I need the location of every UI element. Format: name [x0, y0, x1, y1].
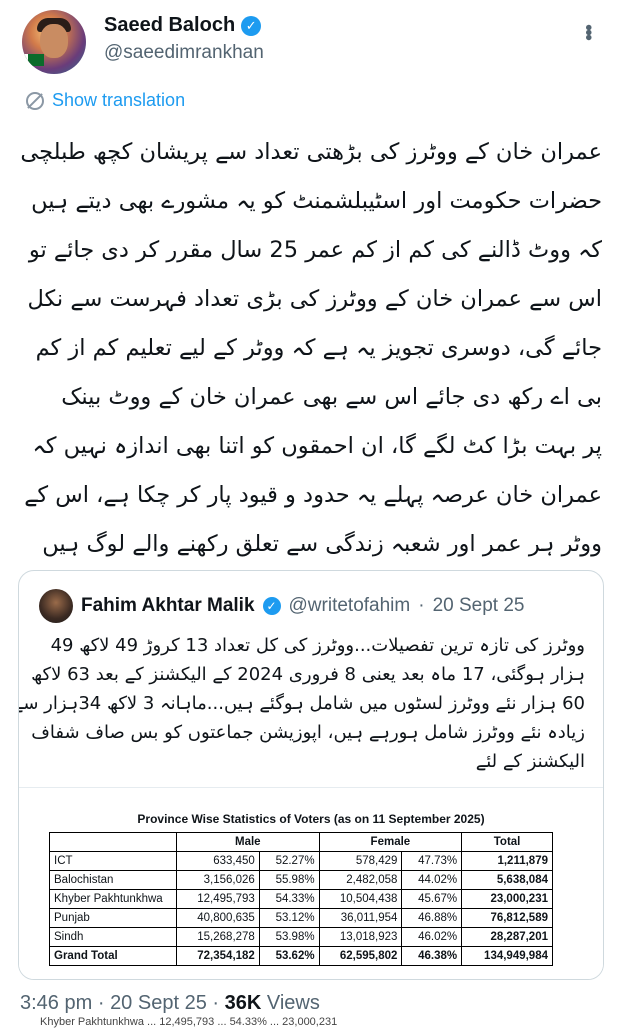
tweet-line: عمران خان کے ووٹرز کی بڑھتی تعداد سے پری…	[20, 139, 602, 165]
female-percent-cell: 46.38%	[401, 946, 463, 966]
separator-dot: ·	[212, 992, 220, 1014]
male-count-cell: 15,268,278	[176, 927, 260, 947]
male-percent-cell: 55.98%	[258, 870, 320, 890]
quoted-line: ووٹرز کی تازہ ترین تفصیلات...ووٹرز کی کل…	[50, 635, 585, 656]
quoted-line: زیادہ نئے ووٹرز شامل ہورہے ہیں، اپوزیشن …	[31, 722, 585, 743]
table-title: Province Wise Statistics of Voters (as o…	[137, 812, 485, 826]
tweet-header: Saeed Baloch ✓ @saeedimrankhan •••	[22, 10, 607, 80]
quoted-author-name: Fahim Akhtar Malik	[81, 595, 255, 616]
author-name[interactable]: Saeed Baloch	[104, 14, 235, 37]
quoted-tweet-image[interactable]: Province Wise Statistics of Voters (as o…	[19, 787, 603, 979]
quoted-line: 60 ہزار نئے ووٹرز لسٹوں میں شامل ہوگئے ہ…	[18, 693, 585, 714]
tweet-line: پر بہت بڑا کٹ لگے گا، ان احمقوں کو اتنا …	[32, 433, 602, 459]
table-row: Punjab 40,800,635 53.12% 36,011,954 46.8…	[49, 908, 553, 928]
male-count-cell: 72,354,182	[176, 946, 260, 966]
province-cell: Sindh	[49, 927, 177, 947]
verified-badge-icon: ✓	[241, 15, 262, 36]
female-count-cell: 578,429	[318, 851, 403, 871]
male-count-cell: 633,450	[176, 851, 260, 871]
table-row: Khyber Pakhtunkhwa 12,495,793 54.33% 10,…	[49, 889, 553, 909]
author-handle[interactable]: @saeedimrankhan	[104, 42, 264, 64]
male-percent-cell: 52.27%	[258, 851, 320, 871]
female-header: Female	[318, 832, 463, 852]
quoted-tweet-header: Fahim Akhtar Malik ✓ @writetofahim · 20 …	[39, 589, 524, 623]
female-count-cell: 62,595,802	[318, 946, 403, 966]
tweet-line: کہ ووٹ ڈالنے کی کم از کم عمر 25 سال مقرر…	[28, 237, 602, 263]
tweet-date[interactable]: 20 Sept 25	[110, 992, 207, 1014]
quoted-line: ہزار ہوگئی، 17 ماہ بعد یعنی 8 فروری 2024…	[31, 664, 585, 685]
cutoff-next-content: Khyber Pakhtunkhwa ... 12,495,793 ... 54…	[40, 1016, 338, 1028]
author-name-row: Saeed Baloch ✓	[104, 14, 262, 37]
total-cell: 1,211,879	[461, 851, 553, 871]
tweet-text: عمران خان کے ووٹرز کی بڑھتی تعداد سے پری…	[20, 128, 602, 569]
female-percent-cell: 47.73%	[401, 851, 463, 871]
province-cell: ICT	[49, 851, 177, 871]
quoted-author-avatar	[39, 589, 73, 623]
quoted-tweet-date: 20 Sept 25	[432, 595, 525, 616]
male-header: Male	[176, 832, 320, 852]
male-percent-cell: 53.62%	[258, 946, 320, 966]
male-percent-cell: 53.12%	[258, 908, 320, 928]
province-header	[49, 832, 177, 852]
views-label: Views	[266, 992, 320, 1014]
more-options-icon[interactable]: •••	[576, 24, 599, 39]
total-cell: 134,949,984	[461, 946, 553, 966]
tweet-line: اس سے عمران خان کے ووٹرز کی بڑی تعداد فہ…	[27, 286, 602, 312]
separator-dot: ·	[97, 992, 105, 1014]
separator-dot: ·	[418, 595, 425, 616]
author-avatar[interactable]	[22, 10, 86, 74]
male-percent-cell: 54.33%	[258, 889, 320, 909]
female-count-cell: 10,504,438	[318, 889, 403, 909]
female-percent-cell: 46.02%	[401, 927, 463, 947]
female-percent-cell: 44.02%	[401, 870, 463, 890]
female-count-cell: 13,018,923	[318, 927, 403, 947]
voters-statistics-table: Male Female Total ICT 633,450 52.27% 578…	[49, 832, 553, 966]
views-count: 36K	[224, 992, 262, 1014]
show-translation-label: Show translation	[52, 90, 186, 110]
translate-globe-icon	[26, 91, 44, 110]
total-cell: 76,812,589	[461, 908, 553, 928]
male-count-cell: 12,495,793	[176, 889, 260, 909]
male-count-cell: 40,800,635	[176, 908, 260, 928]
table-row: ICT 633,450 52.27% 578,429 47.73% 1,211,…	[49, 851, 553, 871]
tweet-line: عمران خان عرصہ پہلے یہ حدود و قیود پار ک…	[24, 482, 602, 508]
tweet-meta: 3:46 pm · 20 Sept 25 · 36K Views	[20, 992, 320, 1015]
tweet-line: جائے گی، دوسری تجویز یہ ہے کہ ووٹر کے لی…	[35, 335, 602, 361]
tweet-time[interactable]: 3:46 pm	[20, 992, 92, 1014]
tweet-line: حضرات حکومت اور اسٹیبلشمنٹ کو یہ مشورے ب…	[31, 188, 602, 214]
quoted-tweet-text: ووٹرز کی تازہ ترین تفصیلات...ووٹرز کی کل…	[18, 631, 585, 776]
quoted-tweet[interactable]: Fahim Akhtar Malik ✓ @writetofahim · 20 …	[18, 570, 604, 980]
female-count-cell: 36,011,954	[318, 908, 403, 928]
province-cell: Grand Total	[49, 946, 177, 966]
male-count-cell: 3,156,026	[176, 870, 260, 890]
total-cell: 5,638,084	[461, 870, 553, 890]
province-cell: Balochistan	[49, 870, 177, 890]
total-header: Total	[461, 832, 553, 852]
table-header-row: Male Female Total	[49, 832, 553, 852]
tweet-line: ووٹر ہر عمر اور شعبہ زندگی سے تعلق رکھنے…	[42, 531, 602, 557]
female-count-cell: 2,482,058	[318, 870, 403, 890]
male-percent-cell: 53.98%	[258, 927, 320, 947]
avatar-face	[40, 24, 68, 58]
table-total-row: Grand Total 72,354,182 53.62% 62,595,802…	[49, 946, 553, 966]
province-cell: Khyber Pakhtunkhwa	[49, 889, 177, 909]
total-cell: 23,000,231	[461, 889, 553, 909]
table-row: Balochistan 3,156,026 55.98% 2,482,058 4…	[49, 870, 553, 890]
verified-badge-icon: ✓	[262, 597, 281, 615]
quoted-author-handle: @writetofahim	[288, 595, 411, 616]
total-cell: 28,287,201	[461, 927, 553, 947]
show-translation-link[interactable]: Show translation	[26, 90, 185, 111]
pakistan-flag-icon	[24, 54, 44, 66]
tweet-line: بی اے رکھ دی جائے اس سے بھی عمران خان کے…	[61, 384, 602, 410]
quoted-line: الیکشنز کے لئے	[475, 751, 585, 772]
table-row: Sindh 15,268,278 53.98% 13,018,923 46.02…	[49, 927, 553, 947]
province-cell: Punjab	[49, 908, 177, 928]
female-percent-cell: 45.67%	[401, 889, 463, 909]
female-percent-cell: 46.88%	[401, 908, 463, 928]
